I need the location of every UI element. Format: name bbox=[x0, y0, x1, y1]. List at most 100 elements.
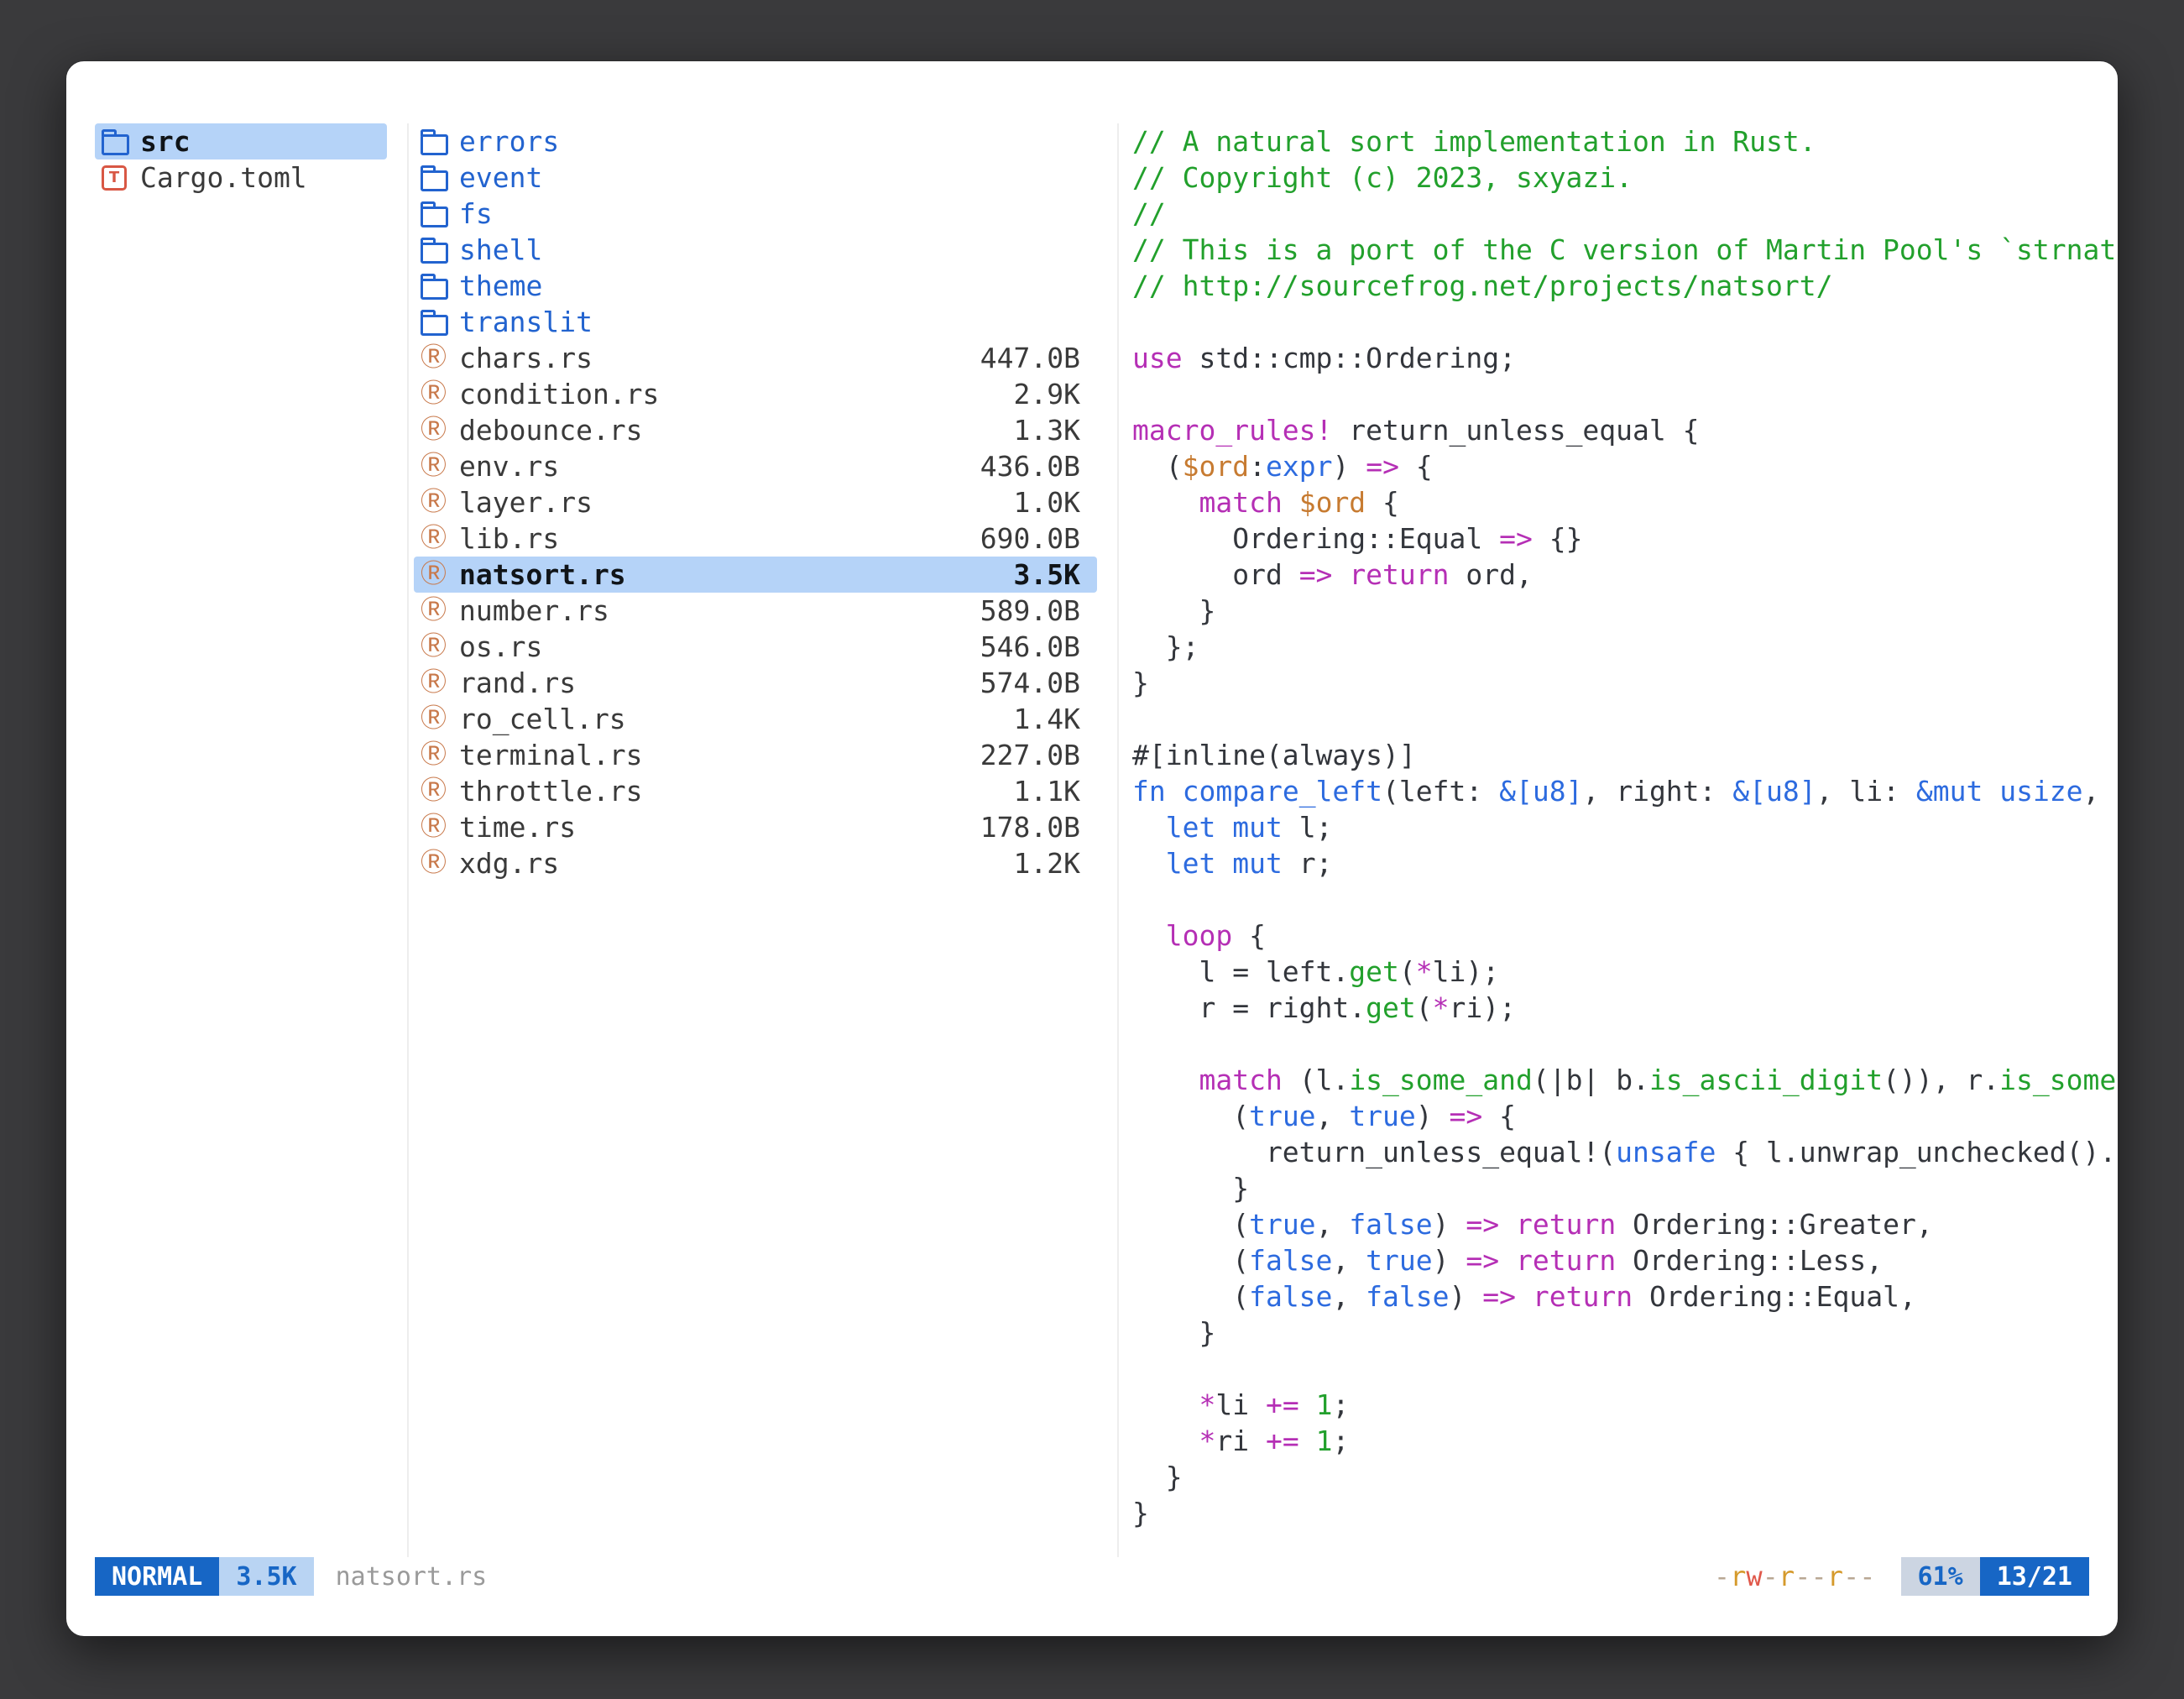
code-line: l = left.get(*li); bbox=[1132, 954, 2118, 990]
status-bar: NORMAL 3.5K natsort.rs -rw-r--r-- 61% 13… bbox=[95, 1557, 2089, 1596]
file-name: rand.rs bbox=[459, 667, 576, 699]
rust-file-icon: Ⓡ bbox=[421, 489, 452, 515]
file-row[interactable]: event bbox=[414, 159, 1097, 196]
file-row[interactable]: Ⓡlayer.rs1.0K bbox=[414, 484, 1097, 520]
code-line: } bbox=[1132, 1170, 2118, 1206]
rust-file-icon: Ⓡ bbox=[421, 345, 452, 371]
file-permissions: -rw-r--r-- bbox=[1714, 1560, 1876, 1592]
file-name: ro_cell.rs bbox=[459, 703, 626, 735]
code-line: } bbox=[1132, 1495, 2118, 1531]
file-name: shell bbox=[459, 233, 542, 266]
file-row[interactable]: fs bbox=[414, 196, 1097, 232]
code-line: // Copyright (c) 2023, sxyazi. bbox=[1132, 159, 2118, 196]
file-row[interactable]: Ⓡenv.rs436.0B bbox=[414, 448, 1097, 484]
file-row[interactable]: errors bbox=[414, 123, 1097, 159]
file-name: fs bbox=[459, 197, 493, 230]
file-row[interactable]: TCargo.toml bbox=[95, 159, 387, 196]
file-name: terminal.rs bbox=[459, 739, 643, 771]
file-name: src bbox=[140, 125, 191, 158]
file-size: 546.0B bbox=[980, 630, 1080, 663]
code-line: // http://sourcefrog.net/projects/natsor… bbox=[1132, 268, 2118, 304]
code-line: (false, true) => return Ordering::Less, bbox=[1132, 1242, 2118, 1278]
file-size: 447.0B bbox=[980, 342, 1080, 374]
code-line bbox=[1132, 701, 2118, 737]
code-line: let mut r; bbox=[1132, 845, 2118, 881]
file-row[interactable]: Ⓡro_cell.rs 1.4K bbox=[414, 701, 1097, 737]
file-row[interactable]: Ⓡdebounce.rs1.3K bbox=[414, 412, 1097, 448]
folder-icon bbox=[421, 165, 452, 191]
code-line: match $ord { bbox=[1132, 484, 2118, 520]
file-size: 1.1K bbox=[1014, 775, 1080, 808]
file-row[interactable]: translit bbox=[414, 304, 1097, 340]
file-name: event bbox=[459, 161, 542, 194]
file-name: natsort.rs bbox=[459, 558, 626, 591]
file-name: translit bbox=[459, 306, 593, 338]
code-line: let mut l; bbox=[1132, 809, 2118, 845]
file-name: time.rs bbox=[459, 811, 576, 844]
code-line bbox=[1132, 1026, 2118, 1062]
file-row[interactable]: shell bbox=[414, 232, 1097, 268]
file-row[interactable]: Ⓡxdg.rs1.2K bbox=[414, 845, 1097, 881]
file-name: os.rs bbox=[459, 630, 542, 663]
code-line: (false, false) => return Ordering::Equal… bbox=[1132, 1278, 2118, 1315]
code-line: (true, true) => { bbox=[1132, 1098, 2118, 1134]
rust-file-icon: Ⓡ bbox=[421, 525, 452, 552]
file-row[interactable]: theme bbox=[414, 268, 1097, 304]
rust-file-icon: Ⓡ bbox=[421, 562, 452, 588]
file-size: 1.4K bbox=[1014, 703, 1080, 735]
file-row[interactable]: Ⓡthrottle.rs 1.1K bbox=[414, 773, 1097, 809]
file-row[interactable]: Ⓡcondition.rs 2.9K bbox=[414, 376, 1097, 412]
code-line: loop { bbox=[1132, 917, 2118, 954]
file-row[interactable]: src bbox=[95, 123, 387, 159]
parent-pane: srcTCargo.toml bbox=[95, 123, 407, 1557]
code-line: // This is a port of the C version of Ma… bbox=[1132, 232, 2118, 268]
rust-file-icon: Ⓡ bbox=[421, 381, 452, 407]
yazi-file-manager-window: srcTCargo.toml errorseventfsshelltheme tr… bbox=[65, 60, 2119, 1637]
file-row[interactable]: Ⓡnumber.rs589.0B bbox=[414, 593, 1097, 629]
file-name: condition.rs bbox=[459, 378, 659, 410]
file-size: 2.9K bbox=[1014, 378, 1080, 410]
folder-icon bbox=[102, 128, 133, 155]
file-size: 690.0B bbox=[980, 522, 1080, 555]
scroll-percentage: 61% bbox=[1901, 1557, 1980, 1596]
folder-icon bbox=[421, 273, 452, 300]
file-row[interactable]: Ⓡnatsort.rs 3.5K bbox=[414, 557, 1097, 593]
file-name: env.rs bbox=[459, 450, 559, 483]
file-row[interactable]: Ⓡlib.rs 690.0B bbox=[414, 520, 1097, 557]
file-name: throttle.rs bbox=[459, 775, 643, 808]
file-manager-panes: srcTCargo.toml errorseventfsshelltheme tr… bbox=[66, 61, 2118, 1557]
rust-file-icon: Ⓡ bbox=[421, 598, 452, 624]
file-row[interactable]: Ⓡrand.rs574.0B bbox=[414, 665, 1097, 701]
code-line: ($ord:expr) => { bbox=[1132, 448, 2118, 484]
file-name: errors bbox=[459, 125, 559, 158]
code-line: macro_rules! return_unless_equal { bbox=[1132, 412, 2118, 448]
file-name: lib.rs bbox=[459, 522, 559, 555]
rust-file-icon: Ⓡ bbox=[421, 814, 452, 840]
rust-file-icon: Ⓡ bbox=[421, 742, 452, 768]
code-line: #[inline(always)] bbox=[1132, 737, 2118, 773]
file-size: 1.3K bbox=[1014, 414, 1080, 447]
code-line: } bbox=[1132, 1459, 2118, 1495]
current-directory-pane: errorseventfsshellthemetranslitⓇchars.rs… bbox=[409, 123, 1117, 1557]
rust-file-icon: Ⓡ bbox=[421, 778, 452, 804]
code-line: // A natural sort implementation in Rust… bbox=[1132, 123, 2118, 159]
rust-file-icon: Ⓡ bbox=[421, 706, 452, 732]
file-name: chars.rs bbox=[459, 342, 593, 374]
file-size: 3.5K bbox=[1014, 558, 1080, 591]
file-size: 1.0K bbox=[1014, 486, 1080, 519]
folder-icon bbox=[421, 128, 452, 155]
file-row[interactable]: Ⓡtime.rs178.0B bbox=[414, 809, 1097, 845]
code-line: fn compare_left(left: &[u8], right: &[u8… bbox=[1132, 773, 2118, 809]
code-line bbox=[1132, 881, 2118, 917]
file-row[interactable]: Ⓡos.rs546.0B bbox=[414, 629, 1097, 665]
code-line bbox=[1132, 304, 2118, 340]
file-row[interactable]: Ⓡterminal.rs227.0B bbox=[414, 737, 1097, 773]
code-line: } bbox=[1132, 593, 2118, 629]
code-line bbox=[1132, 376, 2118, 412]
rust-file-icon: Ⓡ bbox=[421, 670, 452, 696]
status-filename: natsort.rs bbox=[336, 1562, 488, 1592]
file-name: number.rs bbox=[459, 594, 609, 627]
rust-file-icon: Ⓡ bbox=[421, 453, 452, 479]
file-row[interactable]: Ⓡchars.rs 447.0B bbox=[414, 340, 1097, 376]
file-name: theme bbox=[459, 269, 542, 302]
